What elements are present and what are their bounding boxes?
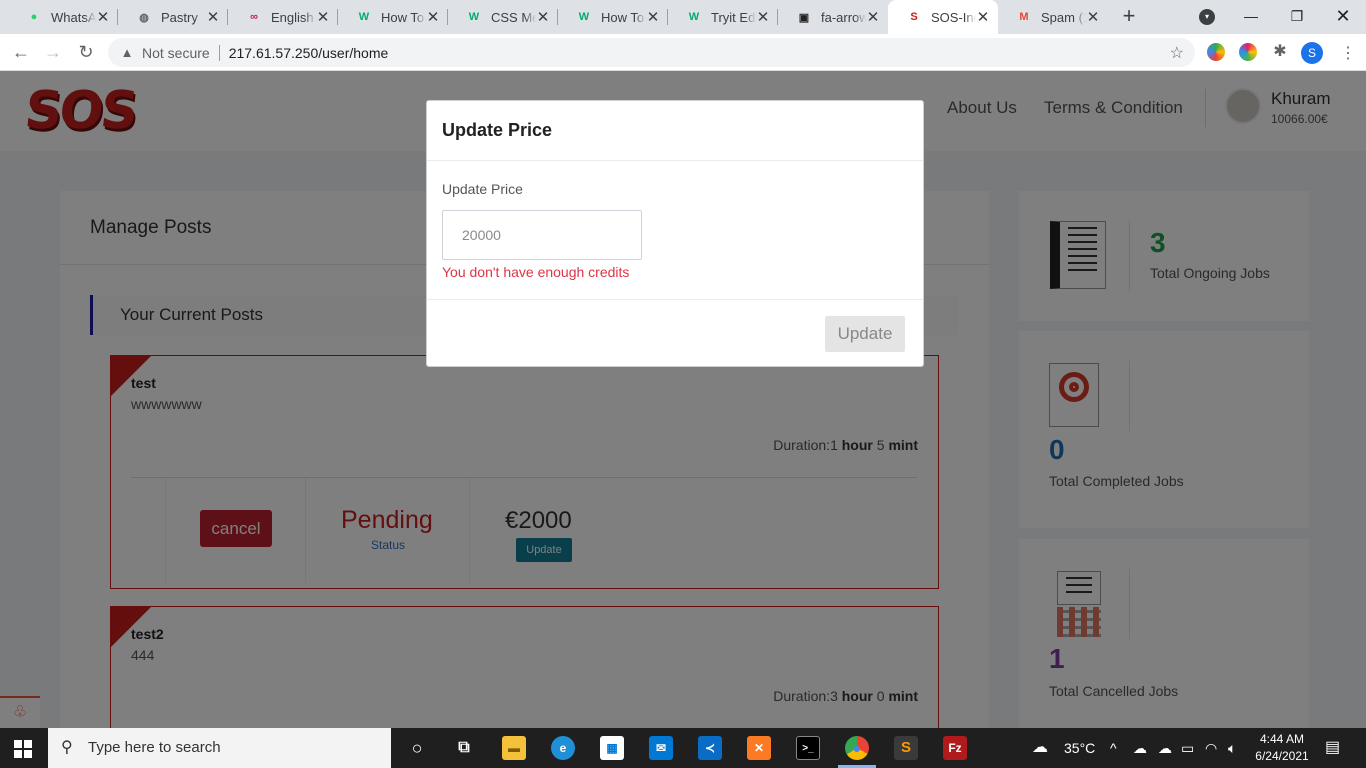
search-placeholder: Type here to search xyxy=(88,739,221,756)
tray-chevron-icon[interactable]: ^ xyxy=(1110,728,1117,768)
address-bar[interactable]: ▲ Not secure 217.61.57.250/user/home ☆ xyxy=(108,38,1195,67)
browser-tab-howto2[interactable]: W How To C ✕ xyxy=(558,0,668,34)
reload-icon[interactable]: ↻ xyxy=(74,40,98,64)
sos-favicon-icon: S xyxy=(910,11,918,23)
tab-search-icon[interactable]: ▾ xyxy=(1199,9,1215,25)
notifications-icon[interactable]: ▤ xyxy=(1325,728,1340,768)
update-price-modal: Update Price Update Price You don't have… xyxy=(426,100,924,367)
bookmark-star-icon[interactable]: ☆ xyxy=(1170,43,1184,63)
close-tab-icon[interactable]: ✕ xyxy=(866,8,880,26)
browser-toolbar: ← → ↻ ▲ Not secure 217.61.57.250/user/ho… xyxy=(0,34,1366,71)
filezilla-icon[interactable]: Fz xyxy=(943,736,967,760)
w3schools-icon: W xyxy=(688,11,700,23)
browser-tab-strip: ● WhatsApp ✕ ◍ Pastry ✕ ∞ English - ✕ W … xyxy=(0,0,1366,34)
url-text[interactable]: 217.61.57.250/user/home xyxy=(229,45,389,61)
minimize-icon[interactable]: — xyxy=(1228,0,1274,34)
w3schools-icon: W xyxy=(578,11,590,23)
tab-title: fa-arrow xyxy=(821,9,866,25)
cloud-sync-icon[interactable]: ☁ xyxy=(1158,728,1172,768)
close-tab-icon[interactable]: ✕ xyxy=(96,8,110,26)
edge-icon[interactable]: e xyxy=(551,736,575,760)
tab-title: Spam (1 xyxy=(1041,9,1086,25)
tab-title: SOS-Ind xyxy=(931,9,976,25)
weather-icon[interactable]: ☁ xyxy=(1032,728,1048,768)
cortana-icon[interactable]: ○ xyxy=(405,736,429,760)
browser-tab-whatsapp[interactable]: ● WhatsApp ✕ xyxy=(8,0,118,34)
tab-title: Tryit Edit xyxy=(711,9,756,25)
new-tab-icon[interactable]: + xyxy=(1118,5,1140,27)
back-icon[interactable]: ← xyxy=(9,40,33,64)
browser-tab-cssmed[interactable]: W CSS Med ✕ xyxy=(448,0,558,34)
task-view-icon[interactable]: ⧉ xyxy=(452,736,476,760)
browser-tab-howto1[interactable]: W How To I ✕ xyxy=(338,0,448,34)
browser-tab-tryit[interactable]: W Tryit Edit ✕ xyxy=(668,0,778,34)
close-tab-icon[interactable]: ✕ xyxy=(756,8,770,26)
gmail-icon: M xyxy=(1019,11,1029,23)
close-tab-icon[interactable]: ✕ xyxy=(1086,8,1100,26)
xampp-icon[interactable]: ✕ xyxy=(747,736,771,760)
warning-icon[interactable]: ▲ xyxy=(119,45,135,60)
credit-error-message: You don't have enough credits xyxy=(442,264,630,280)
battery-icon[interactable]: ▭ xyxy=(1181,728,1194,768)
windows-start-icon[interactable] xyxy=(14,740,32,758)
taskbar-search-box[interactable]: ⚲ Type here to search xyxy=(48,728,391,768)
tab-title: CSS Med xyxy=(491,9,536,25)
vscode-icon[interactable]: ≺ xyxy=(698,736,722,760)
puzzle-extensions-icon[interactable]: ✱ xyxy=(1271,43,1289,61)
globe-icon: ◍ xyxy=(139,11,149,24)
close-tab-icon[interactable]: ✕ xyxy=(646,8,660,26)
browser-tab-gmail[interactable]: M Spam (1 ✕ xyxy=(998,0,1108,34)
close-tab-icon[interactable]: ✕ xyxy=(426,8,440,26)
volume-icon[interactable]: 🔈︎ xyxy=(1228,728,1236,768)
terminal-icon[interactable]: >_ xyxy=(796,736,820,760)
search-icon: ⚲ xyxy=(61,739,73,756)
weather-temp[interactable]: 35°C xyxy=(1064,728,1095,768)
whatsapp-icon: ● xyxy=(30,11,38,23)
color-extension-icon[interactable] xyxy=(1239,43,1257,61)
chrome-icon[interactable]: ● xyxy=(845,736,869,760)
browser-tab-fa-arrow[interactable]: ▣ fa-arrow ✕ xyxy=(778,0,888,34)
windows-taskbar: ⚲ Type here to search ○ ⧉ ▬ e ▦ ✉ ≺ ✕ >_… xyxy=(0,728,1366,768)
store-icon[interactable]: ▦ xyxy=(600,736,624,760)
close-tab-icon[interactable]: ✕ xyxy=(316,8,330,26)
translate-icon: ∞ xyxy=(250,11,258,23)
price-input[interactable] xyxy=(442,210,642,260)
tab-title: How To C xyxy=(601,9,646,25)
browser-tab-sos-active[interactable]: S SOS-Ind ✕ xyxy=(888,0,998,34)
sublime-text-icon[interactable]: S xyxy=(894,736,918,760)
tab-title: English - xyxy=(271,9,316,25)
close-tab-icon[interactable]: ✕ xyxy=(206,8,220,26)
close-tab-icon[interactable]: ✕ xyxy=(976,8,990,26)
browser-tab-pastry[interactable]: ◍ Pastry ✕ xyxy=(118,0,228,34)
wifi-icon[interactable]: ◠ xyxy=(1205,728,1217,768)
profile-avatar[interactable]: S xyxy=(1301,42,1323,64)
close-tab-icon[interactable]: ✕ xyxy=(536,8,550,26)
onedrive-icon[interactable]: ☁ xyxy=(1133,728,1147,768)
w3schools-icon: W xyxy=(358,11,370,23)
restore-icon[interactable]: ❐ xyxy=(1274,0,1320,34)
close-window-icon[interactable]: ✕ xyxy=(1320,0,1366,34)
tab-title: How To I xyxy=(381,9,426,25)
w3schools-icon: W xyxy=(468,11,480,23)
clock-date[interactable]: 6/24/2021 xyxy=(1254,749,1310,763)
tab-title: Pastry xyxy=(161,9,198,25)
file-explorer-icon[interactable]: ▬ xyxy=(502,736,526,760)
fontawesome-icon: ▣ xyxy=(798,11,810,24)
price-field-label: Update Price xyxy=(442,181,523,197)
tab-title: WhatsApp xyxy=(51,9,96,25)
browser-tab-english[interactable]: ∞ English - ✕ xyxy=(228,0,338,34)
mail-icon[interactable]: ✉ xyxy=(649,736,673,760)
more-menu-icon[interactable]: ⋮ xyxy=(1340,43,1356,63)
modal-update-button[interactable]: Update xyxy=(825,316,905,352)
extension-icon[interactable] xyxy=(1207,43,1225,61)
forward-icon[interactable]: → xyxy=(41,40,65,64)
clock-time[interactable]: 4:44 AM xyxy=(1254,732,1310,746)
modal-title: Update Price xyxy=(442,120,553,140)
security-label[interactable]: Not secure xyxy=(142,45,210,61)
